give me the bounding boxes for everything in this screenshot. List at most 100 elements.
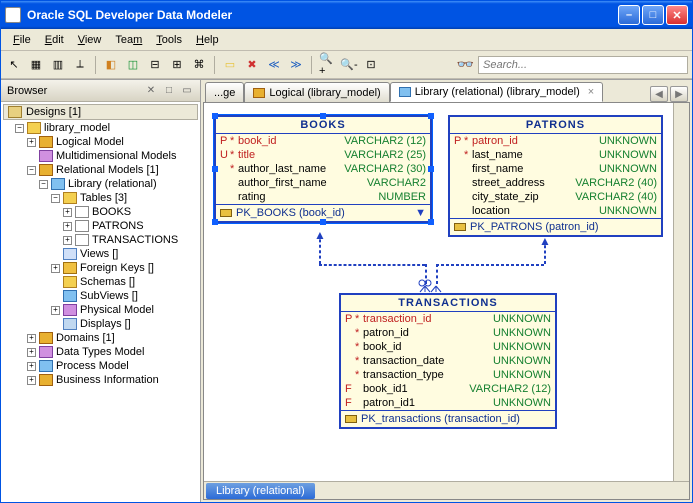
column-row: P*transaction_idUNKNOWN <box>341 312 555 326</box>
search-input[interactable] <box>478 56 688 74</box>
delete-tool-icon[interactable]: ✖ <box>243 56 261 74</box>
arrow-icon: ▲ <box>314 228 324 238</box>
titlebar[interactable]: Oracle SQL Developer Data Modeler – □ ✕ <box>1 1 692 29</box>
entity-patrons[interactable]: PATRONS P*patron_idUNKNOWN*last_nameUNKN… <box>448 115 663 237</box>
tree-process[interactable]: +Process Model <box>3 359 198 373</box>
cube-tool-icon[interactable]: ◧ <box>102 56 120 74</box>
vertical-scrollbar[interactable] <box>673 103 689 481</box>
fk-line <box>319 264 425 266</box>
close-button[interactable]: ✕ <box>666 5 688 25</box>
entity-pk: PK_PATRONS (patron_id) <box>450 219 661 235</box>
menu-view[interactable]: View <box>72 32 108 48</box>
tree-physical[interactable]: +Physical Model <box>3 303 198 317</box>
rewind-icon[interactable]: ≪ <box>265 56 283 74</box>
column-row: city_state_zipVARCHAR2 (40) <box>450 190 661 204</box>
browser-tree[interactable]: Designs [1] −library_model +Logical Mode… <box>1 102 200 502</box>
zoom-fit-icon[interactable]: ⊡ <box>362 56 380 74</box>
column-row: *last_nameUNKNOWN <box>450 148 661 162</box>
minimize-button[interactable]: – <box>618 5 640 25</box>
tree-library-model[interactable]: −library_model <box>3 121 198 135</box>
horizontal-scrollbar[interactable]: Library (relational) <box>204 481 689 499</box>
crowfoot-icon <box>428 278 444 294</box>
window-title: Oracle SQL Developer Data Modeler <box>27 8 612 22</box>
column-row: U*titleVARCHAR2 (25) <box>216 148 430 162</box>
tree-business[interactable]: +Business Information <box>3 373 198 387</box>
tree-library-rel[interactable]: −Library (relational) <box>3 177 198 191</box>
menu-file[interactable]: File <box>7 32 37 48</box>
column-row: Fpatron_id1UNKNOWN <box>341 396 555 410</box>
tree-subviews[interactable]: SubViews [] <box>3 289 198 303</box>
bottom-tab-library[interactable]: Library (relational) <box>206 483 315 499</box>
link-tool-icon[interactable]: ⊞ <box>168 56 186 74</box>
editor-tabs: ...ge Logical (library_model) Library (r… <box>201 80 692 102</box>
tab-nav-right-icon[interactable]: ▶ <box>670 86 688 102</box>
maximize-button[interactable]: □ <box>642 5 664 25</box>
entity-title: TRANSACTIONS <box>341 295 555 312</box>
menu-tools[interactable]: Tools <box>150 32 188 48</box>
tab-nav-left-icon[interactable]: ◀ <box>650 86 668 102</box>
table-tool-icon[interactable]: ▦ <box>27 56 45 74</box>
column-row: *patron_idUNKNOWN <box>341 326 555 340</box>
diagram-canvas[interactable]: BOOKS P*book_idVARCHAR2 (12)U*titleVARCH… <box>203 102 690 500</box>
column-row: first_nameUNKNOWN <box>450 162 661 176</box>
tree-fkeys[interactable]: +Foreign Keys [] <box>3 261 198 275</box>
column-row: P*book_idVARCHAR2 (12) <box>216 134 430 148</box>
split-tool-icon[interactable]: ◫ <box>124 56 142 74</box>
tree-transactions[interactable]: +TRANSACTIONS <box>3 233 198 247</box>
toolbar: ↖ ▦ ▥ ⟂ ◧ ◫ ⊟ ⊞ ⌘ ▭ ✖ ≪ ≫ 🔍+ 🔍- ⊡ 👓 <box>1 51 692 79</box>
tree-datatypes[interactable]: +Data Types Model <box>3 345 198 359</box>
column-row: ratingNUMBER <box>216 190 430 204</box>
search-icon: 👓 <box>457 56 474 73</box>
zoom-in-icon[interactable]: 🔍+ <box>318 56 336 74</box>
menu-team[interactable]: Team <box>109 32 148 48</box>
column-row: *book_idUNKNOWN <box>341 340 555 354</box>
designs-root[interactable]: Designs [1] <box>3 104 198 120</box>
tree-patrons[interactable]: +PATRONS <box>3 219 198 233</box>
menu-edit[interactable]: Edit <box>39 32 70 48</box>
chain-tool-icon[interactable]: ⌘ <box>190 56 208 74</box>
entity-columns: P*patron_idUNKNOWN*last_nameUNKNOWNfirst… <box>450 134 661 219</box>
browser-title: Browser <box>7 85 140 97</box>
merge-tool-icon[interactable]: ⊟ <box>146 56 164 74</box>
column-row: street_addressVARCHAR2 (40) <box>450 176 661 190</box>
column-row: *transaction_dateUNKNOWN <box>341 354 555 368</box>
fk-line <box>436 264 544 266</box>
panel-minimize-icon[interactable]: ✕ <box>144 84 158 98</box>
column-row: author_first_nameVARCHAR2 <box>216 176 430 190</box>
column-row: locationUNKNOWN <box>450 204 661 218</box>
tree-views[interactable]: Views [] <box>3 247 198 261</box>
tree-domains[interactable]: +Domains [1] <box>3 331 198 345</box>
column-row: *transaction_typeUNKNOWN <box>341 368 555 382</box>
tree-books[interactable]: +BOOKS <box>3 205 198 219</box>
tree-logical-model[interactable]: +Logical Model <box>3 135 198 149</box>
column-row: P*patron_idUNKNOWN <box>450 134 661 148</box>
tab-library-relational[interactable]: Library (relational) (library_model)× <box>390 82 604 102</box>
pointer-tool-icon[interactable]: ↖ <box>5 56 23 74</box>
entity-columns: P*book_idVARCHAR2 (12)U*titleVARCHAR2 (2… <box>216 134 430 205</box>
entity-transactions[interactable]: TRANSACTIONS P*transaction_idUNKNOWN*pat… <box>339 293 557 429</box>
note-tool-icon[interactable]: ▭ <box>221 56 239 74</box>
browser-panel: Browser ✕ □ ▭ Designs [1] −library_model… <box>1 80 201 502</box>
forward-icon[interactable]: ≫ <box>287 56 305 74</box>
tab-startpage[interactable]: ...ge <box>205 82 244 102</box>
close-icon[interactable]: × <box>588 86 594 98</box>
tab-logical[interactable]: Logical (library_model) <box>244 82 389 102</box>
key-icon <box>220 209 232 217</box>
tree-schemas[interactable]: Schemas [] <box>3 275 198 289</box>
menubar: File Edit View Team Tools Help <box>1 29 692 51</box>
tree-relational[interactable]: −Relational Models [1] <box>3 163 198 177</box>
tree-displays[interactable]: Displays [] <box>3 317 198 331</box>
relation-tool-icon[interactable]: ⟂ <box>71 56 89 74</box>
view-tool-icon[interactable]: ▥ <box>49 56 67 74</box>
menu-help[interactable]: Help <box>190 32 225 48</box>
entity-books[interactable]: BOOKS P*book_idVARCHAR2 (12)U*titleVARCH… <box>214 115 432 223</box>
tree-multidim[interactable]: Multidimensional Models <box>3 149 198 163</box>
zoom-out-icon[interactable]: 🔍- <box>340 56 358 74</box>
panel-close-icon[interactable]: ▭ <box>180 84 194 98</box>
entity-columns: P*transaction_idUNKNOWN*patron_idUNKNOWN… <box>341 312 555 411</box>
column-row: *author_last_nameVARCHAR2 (30) <box>216 162 430 176</box>
tree-tables[interactable]: −Tables [3] <box>3 191 198 205</box>
panel-restore-icon[interactable]: □ <box>162 84 176 98</box>
entity-title: PATRONS <box>450 117 661 134</box>
app-icon <box>5 7 21 23</box>
